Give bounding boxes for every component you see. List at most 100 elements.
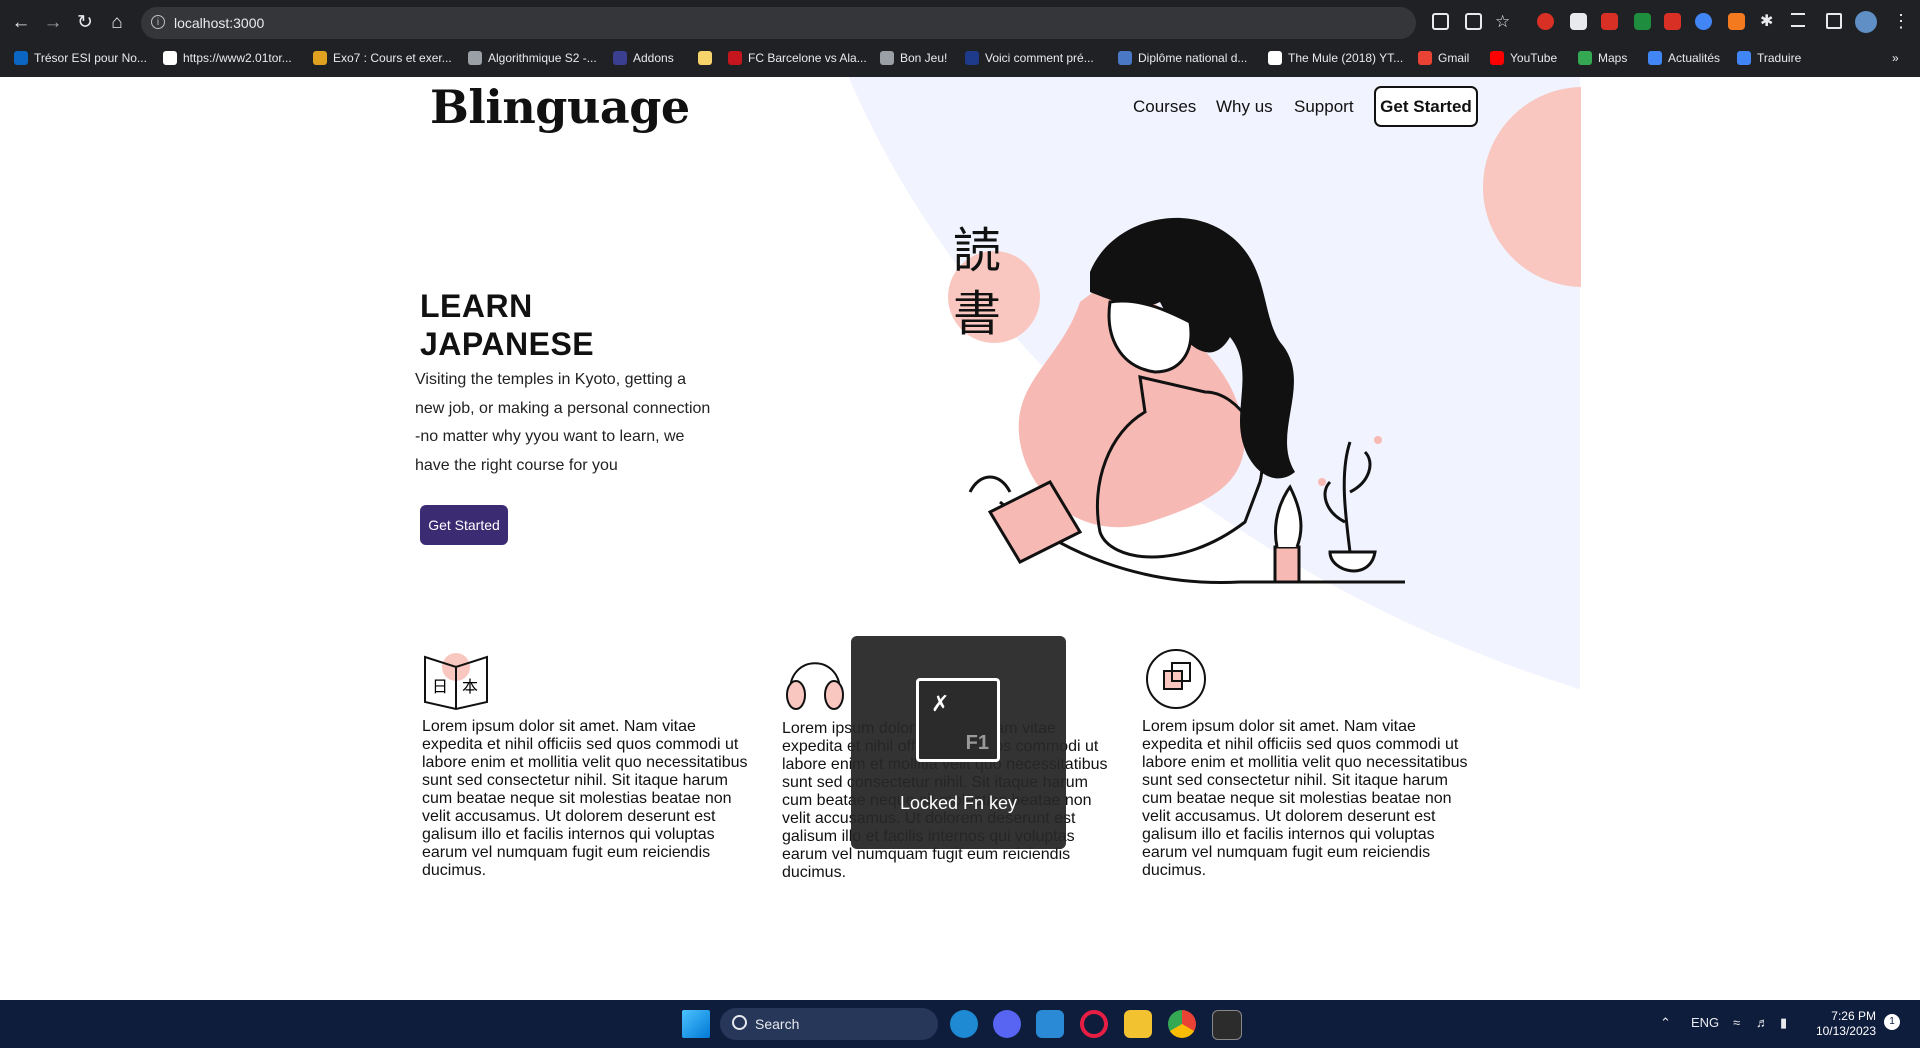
back-icon[interactable]: ← <box>9 11 33 35</box>
bookmark-item[interactable]: Traduire <box>1737 47 1801 69</box>
taskbar-search-label: Search <box>755 1016 800 1032</box>
extension-icon[interactable] <box>1570 13 1587 30</box>
bookmark-item[interactable] <box>698 47 718 69</box>
bookmark-item[interactable]: Addons <box>613 47 674 69</box>
get-started-hero-button[interactable]: Get Started <box>420 505 508 545</box>
puzzle-icon[interactable]: ✱ <box>1760 13 1777 30</box>
opera-icon[interactable] <box>1080 1010 1108 1038</box>
hero-title-line2: JAPANESE <box>420 326 595 362</box>
hero-illustration: 読 書 <box>940 192 1420 612</box>
discord-icon[interactable] <box>993 1010 1021 1038</box>
bookmark-favicon-icon <box>1118 51 1132 65</box>
page-margin <box>1580 77 1920 1000</box>
svg-text:本: 本 <box>462 677 478 696</box>
feature-text: Lorem ipsum dolor sit amet. Nam vitae ex… <box>422 718 748 879</box>
nav-support[interactable]: Support <box>1294 97 1354 117</box>
bookmark-item[interactable]: Voici comment pré... <box>965 47 1094 69</box>
vscode-icon[interactable] <box>1036 1010 1064 1038</box>
site-info-icon[interactable]: i <box>151 15 165 29</box>
bookmark-favicon-icon <box>468 51 482 65</box>
bookmark-item[interactable]: Gmail <box>1418 47 1469 69</box>
bookmarks-bar: Trésor ESI pour No... https://www2.01tor.… <box>0 47 1920 69</box>
bookmark-label: Exo7 : Cours et exer... <box>333 51 452 65</box>
chrome-icon[interactable] <box>1168 1010 1196 1038</box>
extension-icon[interactable] <box>1664 13 1681 30</box>
bookmark-favicon-icon <box>1418 51 1432 65</box>
forward-icon[interactable]: → <box>41 11 65 35</box>
bookmark-item[interactable]: The Mule (2018) YT... <box>1268 47 1403 69</box>
wifi-icon[interactable]: ≈ <box>1733 1015 1740 1030</box>
feature-text: Lorem ipsum dolor sit amet. Nam vitae ex… <box>1142 718 1468 879</box>
bookmark-label: Addons <box>633 51 674 65</box>
bookmark-item[interactable]: Maps <box>1578 47 1627 69</box>
bookmark-item[interactable]: https://www2.01tor... <box>163 47 292 69</box>
address-bar[interactable]: i localhost:3000 <box>141 7 1416 39</box>
bookmark-label: The Mule (2018) YT... <box>1288 51 1404 65</box>
bookmark-item[interactable]: Bon Jeu! <box>880 47 947 69</box>
bookmark-label: Trésor ESI pour No... <box>34 51 147 65</box>
file-explorer-icon[interactable] <box>1124 1010 1152 1038</box>
fn-lock-message: Locked Fn key <box>899 793 1018 813</box>
fn-key-label: F1 <box>965 732 989 754</box>
install-icon[interactable] <box>1432 13 1449 30</box>
kanji-book: 書 <box>953 286 1001 342</box>
battery-icon[interactable]: ▮ <box>1780 1015 1787 1031</box>
menu-kebab-icon[interactable]: ⋮ <box>1892 12 1910 30</box>
bookmark-label: Gmail <box>1438 51 1470 65</box>
bookmark-item[interactable]: Diplôme national d... <box>1118 47 1247 69</box>
translate-cycle-icon <box>1146 649 1206 709</box>
adblock-icon[interactable] <box>1537 13 1554 30</box>
bookmark-favicon-icon <box>14 51 28 65</box>
extension-icon[interactable] <box>1695 13 1712 30</box>
edge-icon[interactable] <box>950 1010 978 1038</box>
bookmark-label: FC Barcelone vs Ala... <box>748 51 867 65</box>
bookmark-item[interactable]: Algorithmique S2 -... <box>468 47 597 69</box>
chevron-up-icon[interactable]: ⌃ <box>1660 1015 1671 1031</box>
get-started-nav-button[interactable]: Get Started <box>1374 86 1478 127</box>
kanji-read: 読 <box>953 223 1001 279</box>
fn-lock-key-icon: ✗ F1 <box>916 678 1000 762</box>
nav-courses[interactable]: Courses <box>1133 97 1196 117</box>
extension-icon[interactable] <box>1601 13 1618 30</box>
bookmark-favicon-icon <box>1268 51 1282 65</box>
bookmark-favicon-icon <box>965 51 979 65</box>
bookmarks-overflow-icon[interactable]: » <box>1892 47 1899 69</box>
clock[interactable]: 7:26 PM 10/13/2023 <box>1812 1009 1876 1039</box>
bookmark-star-icon[interactable]: ☆ <box>1495 13 1512 30</box>
notification-badge[interactable]: 1 <box>1884 1014 1900 1030</box>
address-url[interactable]: localhost:3000 <box>174 15 264 31</box>
extension-icon[interactable] <box>1634 13 1651 30</box>
language-indicator[interactable]: ENG <box>1691 1015 1719 1030</box>
bookmark-favicon-icon <box>1490 51 1504 65</box>
woman-reading-illustration: 読 書 <box>948 217 1405 584</box>
bookmark-item[interactable]: Trésor ESI pour No... <box>14 47 147 69</box>
profile-avatar[interactable] <box>1855 11 1877 33</box>
start-windows-icon[interactable] <box>682 1010 710 1038</box>
bookmark-label: Voici comment pré... <box>985 51 1094 65</box>
nav-why-us[interactable]: Why us <box>1216 97 1273 117</box>
fn-lock-toast: ✗ F1 Locked Fn key <box>851 636 1066 849</box>
bookmark-label: Traduire <box>1757 51 1802 65</box>
taskbar-search[interactable]: Search <box>720 1008 938 1040</box>
bookmark-label: Bon Jeu! <box>900 51 948 65</box>
bookmark-favicon-icon <box>1578 51 1592 65</box>
share-icon[interactable] <box>1465 13 1482 30</box>
home-icon[interactable]: ⌂ <box>105 11 129 35</box>
bookmark-item[interactable]: Exo7 : Cours et exer... <box>313 47 452 69</box>
volume-icon[interactable]: ♬ <box>1756 1015 1769 1030</box>
bookmark-label: Maps <box>1598 51 1628 65</box>
bookmark-favicon-icon <box>1648 51 1662 65</box>
clock-time: 7:26 PM <box>1831 1009 1876 1023</box>
bookmark-item[interactable]: YouTube <box>1490 47 1557 69</box>
reload-icon[interactable]: ↻ <box>73 11 97 35</box>
bookmark-item[interactable]: FC Barcelone vs Ala... <box>728 47 867 69</box>
extension-icon[interactable] <box>1728 13 1745 30</box>
web-page: Blinguage Courses Why us Support Get Sta… <box>0 77 1920 1000</box>
bookmark-favicon-icon <box>163 51 177 65</box>
bookmark-item[interactable]: Actualités <box>1648 47 1720 69</box>
sidebar-icon[interactable] <box>1826 13 1842 29</box>
reading-list-icon[interactable] <box>1791 13 1805 27</box>
site-logo[interactable]: Blinguage <box>430 80 690 134</box>
hero-title: LEARN JAPANESE <box>420 287 680 363</box>
terminal-icon[interactable] <box>1212 1010 1242 1040</box>
